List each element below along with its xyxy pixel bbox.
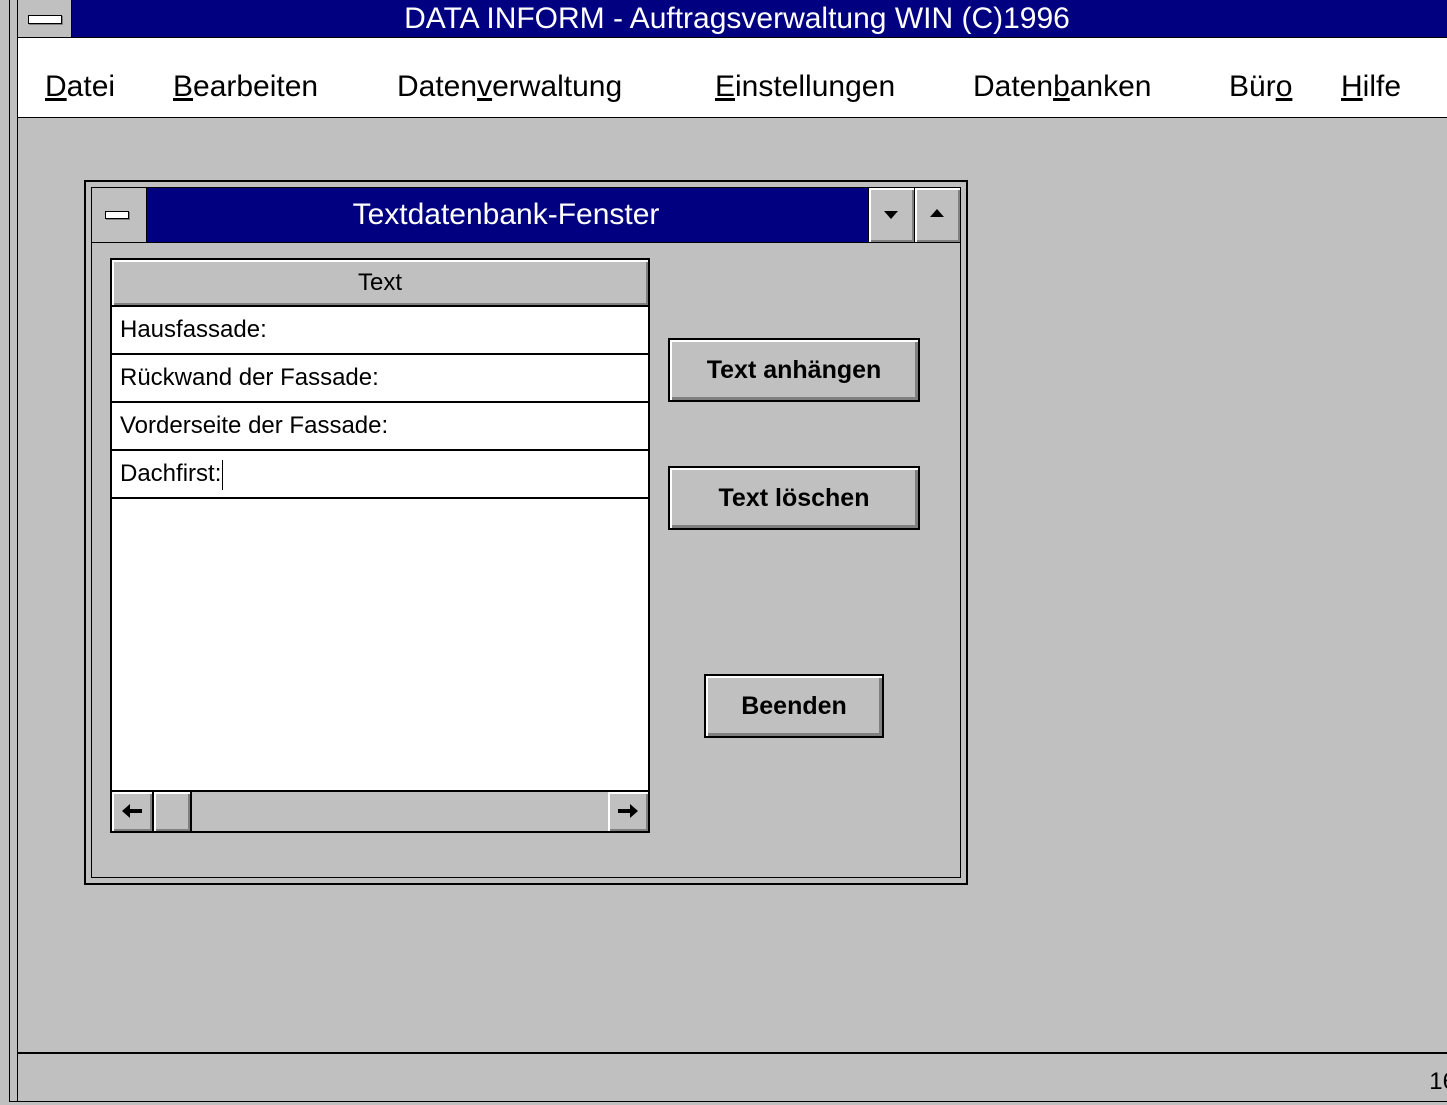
window-border-bottom[interactable] [9,1101,1447,1105]
window-border-left[interactable] [9,0,18,1105]
menu-datei[interactable]: Datei [45,70,115,104]
app-title: DATA INFORM - Auftragsverwaltung WIN (C)… [404,2,1070,35]
maximize-button[interactable] [914,188,960,242]
row-text: Rückwand der Fassade: [120,364,379,391]
grid-row[interactable]: Hausfassade: [112,307,648,355]
maximize-icon [930,209,944,217]
row-text: Hausfassade: [120,316,267,343]
minimize-button[interactable] [868,188,914,242]
menu-hilfe[interactable]: Hilfe [1341,70,1401,104]
scroll-right-arrow-icon[interactable] [608,792,648,831]
application-window: DATA INFORM - Auftragsverwaltung WIN (C)… [0,0,1447,1105]
app-titlebar[interactable]: DATA INFORM - Auftragsverwaltung WIN (C)… [18,0,1447,38]
menu-datenbanken[interactable]: Datenbanken [973,70,1152,104]
status-page-number: 16 [1429,1068,1447,1095]
grid-row[interactable]: Rückwand der Fassade: [112,355,648,403]
menu-einstellungen[interactable]: Einstellungen [715,70,895,104]
column-header-text[interactable]: Text [112,260,648,307]
row-text: Dachfirst: [120,460,222,487]
text-caret [222,459,224,490]
arrow-right-icon [618,804,638,818]
child-system-menu-button[interactable] [92,188,147,242]
grid-row[interactable]: Vorderseite der Fassade: [112,403,648,451]
scroll-thumb[interactable] [152,792,192,831]
child-system-menu-icon [105,211,129,219]
text-loeschen-button[interactable]: Text löschen [668,466,920,530]
child-title: Textdatenbank-Fenster [352,198,660,231]
horizontal-scrollbar[interactable] [112,790,648,831]
grid-row-editing[interactable]: Dachfirst: [112,451,648,499]
menu-bearbeiten[interactable]: Bearbeiten [173,70,318,104]
child-titlebar[interactable]: Textdatenbank-Fenster [92,188,960,243]
arrow-left-icon [122,804,142,818]
statusbar: 16 [18,1052,1447,1101]
menu-buero[interactable]: Büro [1229,70,1292,104]
text-anhaengen-button[interactable]: Text anhängen [668,338,920,402]
beenden-button[interactable]: Beenden [704,674,884,738]
text-grid[interactable]: Text Hausfassade: Rückwand der Fassade: … [110,258,650,833]
scroll-left-arrow-icon[interactable] [112,792,152,831]
menubar: Datei Bearbeiten Datenverwaltung Einstel… [18,38,1447,118]
minimize-icon [884,211,898,219]
menu-datenverwaltung[interactable]: Datenverwaltung [397,70,622,104]
row-text: Vorderseite der Fassade: [120,412,389,439]
